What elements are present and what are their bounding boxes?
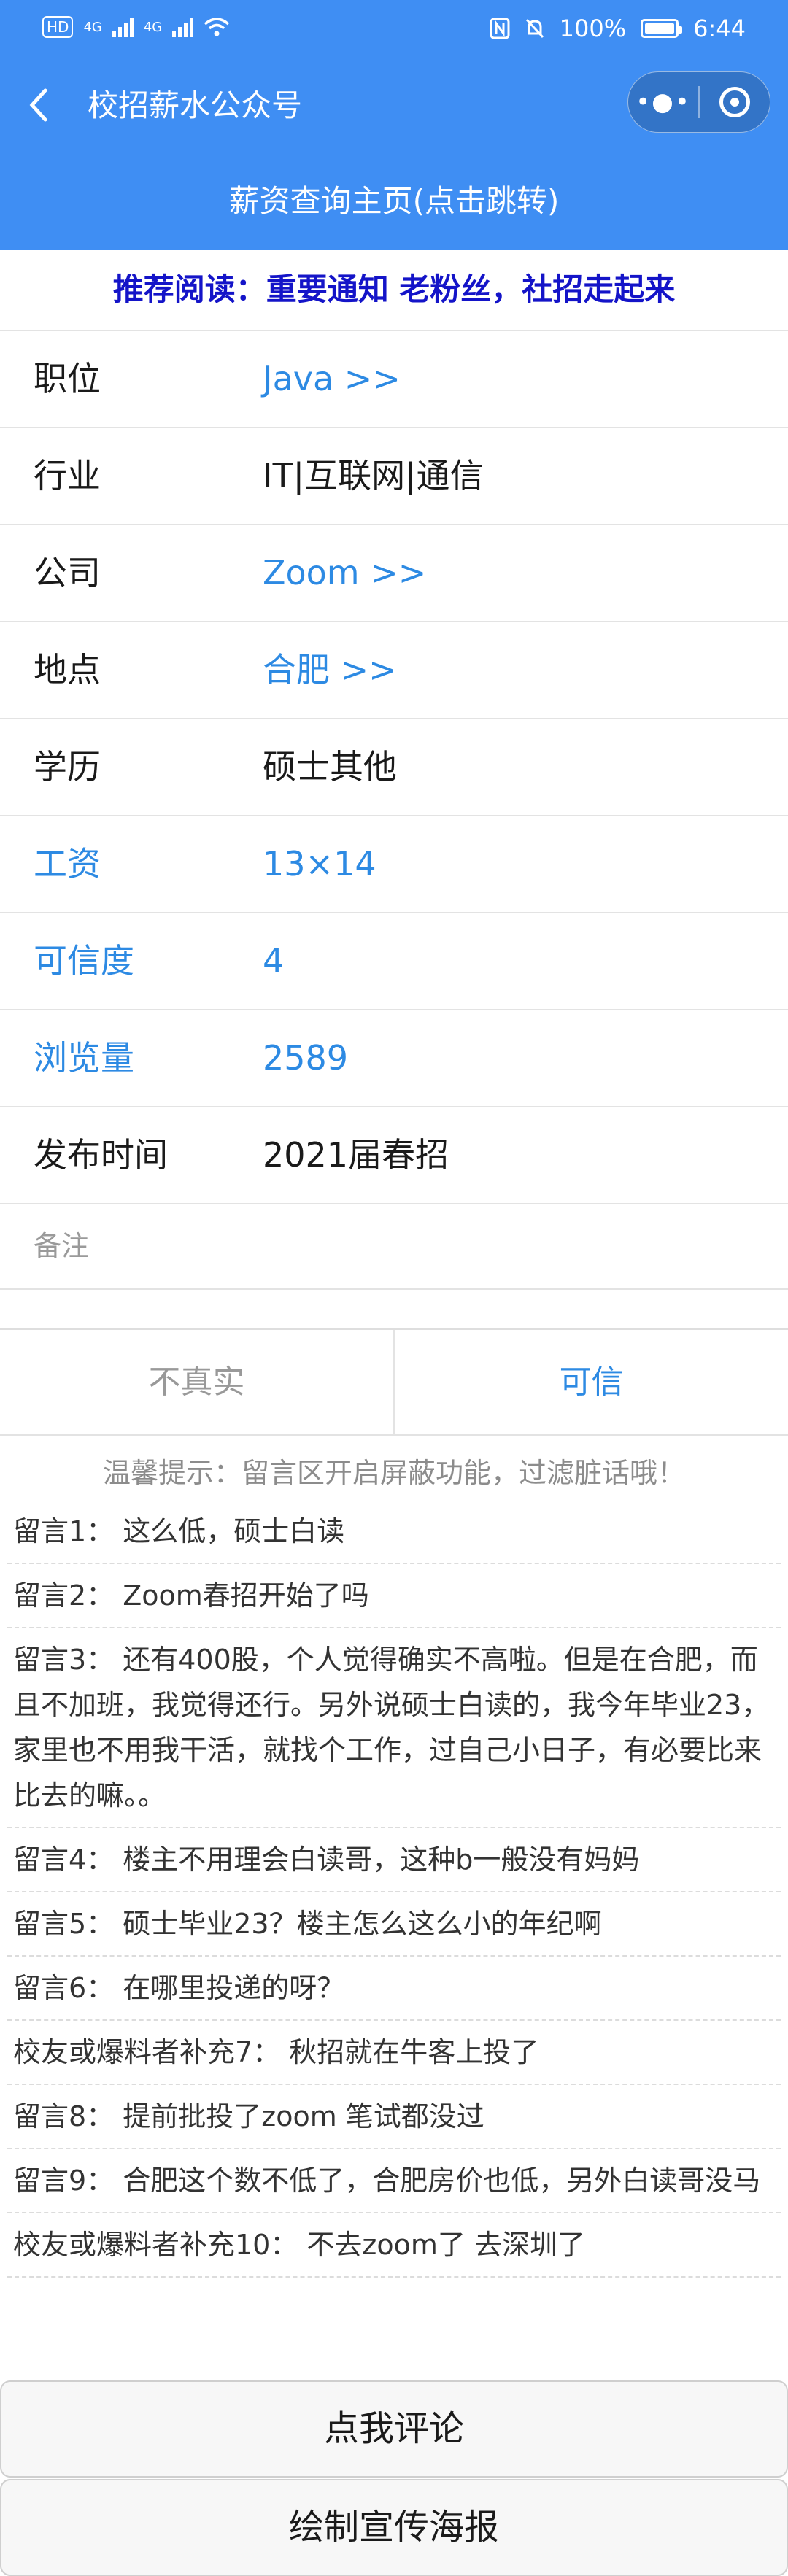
detail-key: 地点 xyxy=(34,650,101,689)
detail-key: 发布时间 xyxy=(34,1135,168,1175)
detail-key: 浏览量 xyxy=(34,1038,134,1078)
comment-item: 留言1： 这么低，硕士白读 xyxy=(7,1500,781,1564)
comment-list: 留言1： 这么低，硕士白读 留言2： Zoom春招开始了吗 留言3： 还有400股，… xyxy=(0,1500,788,2278)
signal-icon xyxy=(172,17,194,37)
detail-key: 公司 xyxy=(34,553,101,592)
network-label-2: 4G xyxy=(143,19,163,35)
remark-row: 备注 xyxy=(0,1204,788,1290)
more-dots-icon[interactable]: •●• xyxy=(628,88,698,117)
detail-value: 2589 xyxy=(263,1038,349,1078)
vote-bar: 不真实 可信 xyxy=(0,1330,788,1436)
comment-item: 留言2： Zoom春招开始了吗 xyxy=(7,1564,781,1628)
detail-key: 可信度 xyxy=(34,941,134,980)
battery-fill xyxy=(645,23,675,34)
comment-item: 留言3： 还有400股，个人觉得确实不高啦。但是在合肥，而且不加班，我觉得还行。… xyxy=(7,1628,781,1828)
signal-icon xyxy=(112,17,134,37)
mute-bell-icon xyxy=(525,18,544,39)
recommend-banner[interactable]: 推荐阅读：重要通知 老粉丝，社招走起来 xyxy=(0,250,788,331)
comment-item: 留言6： 在哪里投递的呀？ xyxy=(7,1957,781,2021)
section-gap xyxy=(0,1290,788,1330)
battery-percent: 100% xyxy=(559,15,627,42)
clock: 6:44 xyxy=(693,15,746,42)
hd-badge: HD xyxy=(42,16,74,38)
wifi-icon xyxy=(204,18,230,36)
network-label-1: 4G xyxy=(83,19,102,35)
status-bar: HD 4G 4G 100% 6:44 xyxy=(0,0,788,58)
comment-item: 留言9： 合肥这个数不低了，合肥房价也低，另外白读哥没马 xyxy=(7,2149,781,2213)
detail-row: 公司 Zoom >> xyxy=(0,525,788,622)
detail-value: 2021届春招 xyxy=(263,1135,449,1175)
detail-value[interactable]: 合肥 >> xyxy=(263,622,397,718)
chevron-left-icon[interactable] xyxy=(28,88,50,128)
mini-program-capsule: •●• xyxy=(627,71,770,133)
remark-label: 备注 xyxy=(34,1230,90,1262)
comment-item: 校友或爆料者补充7： 秋招就在牛客上投了 xyxy=(7,2021,781,2085)
detail-row: 浏览量 2589 xyxy=(0,1010,788,1107)
nav-bar: 校招薪水公众号 •●• xyxy=(0,58,788,153)
detail-key: 工资 xyxy=(34,844,101,883)
battery-icon xyxy=(641,19,683,38)
not-real-button[interactable]: 不真实 xyxy=(0,1330,395,1434)
detail-value: 硕士其他 xyxy=(263,747,397,786)
detail-value: 13×14 xyxy=(263,844,376,883)
detail-row: 职位 Java >> xyxy=(0,331,788,428)
comment-button[interactable]: 点我评论 xyxy=(0,2380,788,2478)
comment-tip: 温馨提示：留言区开启屏蔽功能，过滤脏话哦！ xyxy=(102,1457,685,1489)
nfc-icon xyxy=(490,18,510,39)
poster-button[interactable]: 绘制宣传海报 xyxy=(0,2479,788,2576)
detail-row: 学历 硕士其他 xyxy=(0,719,788,816)
detail-list: 职位 Java >> 行业 IT|互联网|通信公司 Zoom >> 地点 合肥 >> 学历 硕士… xyxy=(0,331,788,1204)
credible-button[interactable]: 可信 xyxy=(395,1330,788,1434)
detail-value: IT|互联网|通信 xyxy=(263,456,484,495)
detail-row: 工资 13×14 xyxy=(0,816,788,913)
detail-value: 4 xyxy=(263,941,285,980)
salary-home-link[interactable]: 薪资查询主页(点击跳转) xyxy=(0,153,788,250)
detail-row: 行业 IT|互联网|通信 xyxy=(0,428,788,525)
nav-title: 校招薪水公众号 xyxy=(88,88,303,123)
comment-item: 校友或爆料者补充10： 不去zoom了 去深圳了 xyxy=(7,2213,781,2278)
comment-item: 留言8： 提前批投了zoom 笔试都没过 xyxy=(7,2085,781,2149)
comment-item: 留言4： 楼主不用理会白读哥，这种b一般没有妈妈 xyxy=(7,1828,781,1892)
detail-row: 发布时间 2021届春招 xyxy=(0,1107,788,1204)
detail-row: 地点 合肥 >> xyxy=(0,622,788,719)
detail-key: 行业 xyxy=(34,456,101,495)
detail-value[interactable]: Java >> xyxy=(263,331,401,427)
target-icon[interactable] xyxy=(700,87,770,117)
comment-item: 留言5： 硕士毕业23？楼主怎么这么小的年纪啊 xyxy=(7,1892,781,1957)
header-area: HD 4G 4G 100% 6:44 校招薪水公众号 •●• xyxy=(0,0,788,153)
detail-row: 可信度 4 xyxy=(0,913,788,1010)
detail-key: 学历 xyxy=(34,747,101,786)
detail-value[interactable]: Zoom >> xyxy=(263,525,426,621)
detail-key: 职位 xyxy=(34,359,101,398)
